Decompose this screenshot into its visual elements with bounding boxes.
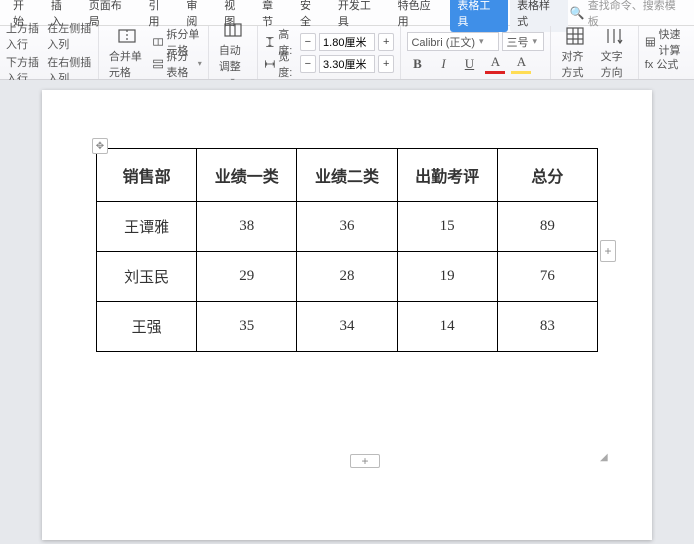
- merge-cells-button[interactable]: 合并单元格: [105, 26, 149, 80]
- split-table-button[interactable]: 拆分表格 ▾: [153, 54, 202, 74]
- document-page: ✥ 销售部 业绩一类 业绩二类 出勤考评 总分 王谭雅 38 36 15 89: [42, 90, 652, 540]
- table-cell[interactable]: 刘玉民: [97, 252, 197, 302]
- formula-label: fx 公式: [645, 56, 679, 72]
- text-direction-button[interactable]: 文字方向: [597, 26, 632, 80]
- italic-button[interactable]: I: [433, 54, 453, 74]
- split-table-icon: [153, 56, 163, 72]
- table-cell[interactable]: 36: [297, 202, 397, 252]
- ribbon-group-calc: 快速计算 fx 公式: [639, 26, 694, 79]
- table-header-cell[interactable]: 业绩二类: [297, 149, 397, 202]
- table-move-handle[interactable]: ✥: [92, 138, 108, 154]
- font-name-select[interactable]: Calibri (正文): [407, 32, 499, 51]
- font-name-value: Calibri (正文): [411, 34, 475, 50]
- ribbon-group-insert: 上方插入行 下方插入行 在左侧插入列 在右侧插入列: [0, 26, 99, 79]
- insert-col-left[interactable]: 在左侧插入列: [47, 20, 92, 52]
- table-cell[interactable]: 15: [397, 202, 497, 252]
- table-header-row[interactable]: 销售部 业绩一类 业绩二类 出勤考评 总分: [97, 149, 598, 202]
- text-direction-label: 文字方向: [601, 48, 628, 80]
- table-header-cell[interactable]: 业绩一类: [197, 149, 297, 202]
- main-menu-bar: 开始 插入 页面布局 引用 审阅 视图 章节 安全 开发工具 特色应用 表格工具…: [0, 0, 694, 26]
- font-color-button[interactable]: A: [485, 54, 505, 74]
- align-label: 对齐方式: [561, 48, 588, 80]
- split-table-label: 拆分表格: [166, 48, 194, 80]
- table-cell[interactable]: 王谭雅: [97, 202, 197, 252]
- quick-calc-button[interactable]: 快速计算: [645, 32, 688, 52]
- ribbon-group-autofit: 自动调整 ▾: [209, 26, 258, 79]
- col-width-icon: [264, 56, 276, 72]
- formula-button[interactable]: fx 公式: [645, 54, 688, 74]
- table-cell[interactable]: 38: [197, 202, 297, 252]
- calc-icon: [645, 34, 656, 50]
- chevron-down-icon: ▾: [198, 59, 202, 68]
- table-cell[interactable]: 83: [497, 302, 597, 352]
- underline-button[interactable]: U: [459, 54, 479, 74]
- font-size-select[interactable]: 三号: [502, 32, 544, 51]
- merge-cells-label: 合并单元格: [109, 48, 145, 80]
- table-row[interactable]: 刘玉民 29 28 19 76: [97, 252, 598, 302]
- insert-row-above[interactable]: 上方插入行: [6, 20, 43, 52]
- table-resize-handle[interactable]: ◢: [600, 452, 612, 464]
- search-placeholder: 查找命令、搜索模板: [588, 0, 686, 29]
- table-row[interactable]: 王谭雅 38 36 15 89: [97, 202, 598, 252]
- ribbon: 上方插入行 下方插入行 在左侧插入列 在右侧插入列 合并单元格 拆分单元格 拆分…: [0, 26, 694, 80]
- width-label: 宽度:: [278, 48, 296, 80]
- table-add-column-handle[interactable]: +: [600, 240, 616, 262]
- align-button[interactable]: 对齐方式: [557, 26, 592, 80]
- highlight-button[interactable]: A: [511, 54, 531, 74]
- ribbon-group-merge: 合并单元格 拆分单元格 拆分表格 ▾: [99, 26, 209, 79]
- row-height-icon: [264, 34, 276, 50]
- table-cell[interactable]: 29: [197, 252, 297, 302]
- table-header-cell[interactable]: 总分: [497, 149, 597, 202]
- width-input[interactable]: [319, 55, 375, 73]
- height-increase[interactable]: +: [378, 33, 394, 51]
- autofit-label: 自动调整: [219, 42, 247, 74]
- width-decrease[interactable]: −: [300, 55, 316, 73]
- table-add-row-handle[interactable]: +: [350, 454, 380, 468]
- table-header-cell[interactable]: 销售部: [97, 149, 197, 202]
- text-direction-icon: [604, 26, 624, 46]
- autofit-button[interactable]: 自动调整 ▾: [215, 20, 251, 85]
- ribbon-group-size: 高度: − + 宽度: − +: [258, 26, 402, 79]
- table-header-cell[interactable]: 出勤考评: [397, 149, 497, 202]
- table-cell[interactable]: 34: [297, 302, 397, 352]
- height-input[interactable]: [319, 33, 375, 51]
- height-decrease[interactable]: −: [300, 33, 316, 51]
- table-cell[interactable]: 89: [497, 202, 597, 252]
- autofit-icon: [223, 20, 243, 40]
- table-cell[interactable]: 19: [397, 252, 497, 302]
- table-cell[interactable]: 王强: [97, 302, 197, 352]
- split-cells-icon: [153, 34, 163, 50]
- command-search[interactable]: 🔍 查找命令、搜索模板: [570, 0, 694, 29]
- ribbon-group-font: Calibri (正文) 三号 B I U A A: [401, 26, 551, 79]
- ribbon-group-align: 对齐方式 文字方向: [551, 26, 638, 79]
- table-cell[interactable]: 28: [297, 252, 397, 302]
- bold-button[interactable]: B: [407, 54, 427, 74]
- table-cell[interactable]: 76: [497, 252, 597, 302]
- merge-icon: [117, 26, 137, 46]
- document-workspace: ✥ 销售部 业绩一类 业绩二类 出勤考评 总分 王谭雅 38 36 15 89: [0, 80, 694, 544]
- sales-table[interactable]: 销售部 业绩一类 业绩二类 出勤考评 总分 王谭雅 38 36 15 89 刘玉…: [96, 148, 598, 352]
- table-cell[interactable]: 14: [397, 302, 497, 352]
- search-icon: 🔍: [570, 6, 585, 20]
- table-row[interactable]: 王强 35 34 14 83: [97, 302, 598, 352]
- font-size-value: 三号: [506, 34, 528, 50]
- table-cell[interactable]: 35: [197, 302, 297, 352]
- width-increase[interactable]: +: [378, 55, 394, 73]
- align-icon: [565, 26, 585, 46]
